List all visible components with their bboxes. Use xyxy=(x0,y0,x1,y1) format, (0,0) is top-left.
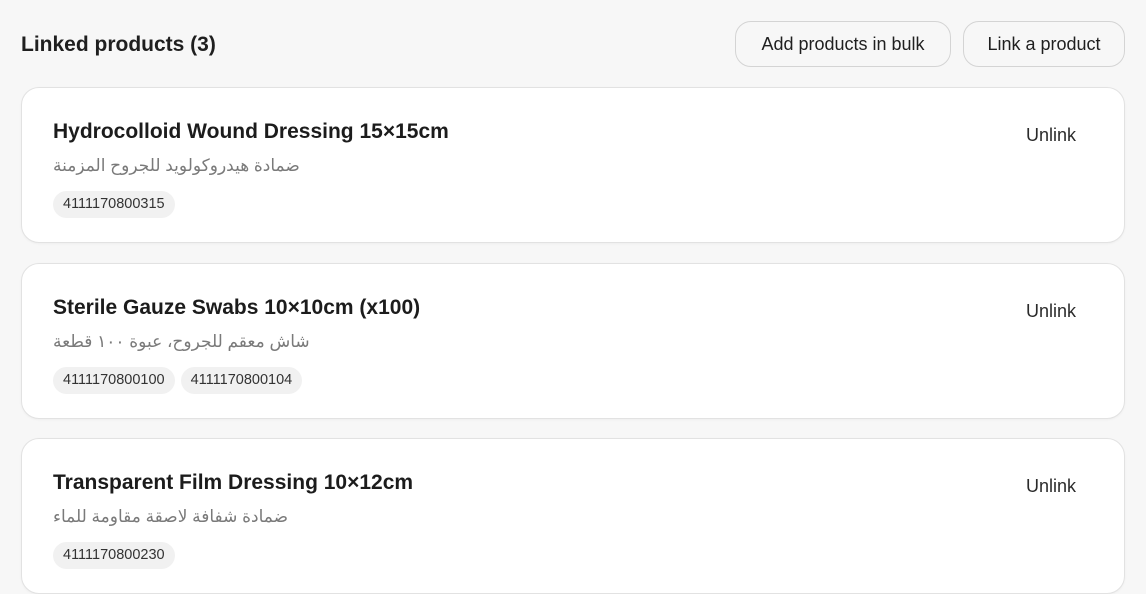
product-card: Transparent Film Dressing 10×12cm ضمادة … xyxy=(21,438,1125,594)
product-code-badge: 4111170800315 xyxy=(53,191,175,218)
linked-products-header: Linked products (3) Add products in bulk… xyxy=(0,0,1146,88)
page-title: Linked products (3) xyxy=(21,33,216,56)
product-code-badge: 4111170800230 xyxy=(53,542,175,569)
unlink-button[interactable]: Unlink xyxy=(1026,476,1076,497)
unlink-button[interactable]: Unlink xyxy=(1026,301,1076,322)
product-card: Hydrocolloid Wound Dressing 15×15cm ضماد… xyxy=(21,87,1125,243)
product-title: Hydrocolloid Wound Dressing 15×15cm xyxy=(53,120,449,143)
product-title: Transparent Film Dressing 10×12cm xyxy=(53,471,414,494)
product-card: Sterile Gauze Swabs 10×10cm (x100) شاش م… xyxy=(21,263,1125,419)
add-products-in-bulk-button[interactable]: Add products in bulk xyxy=(735,21,951,67)
unlink-button[interactable]: Unlink xyxy=(1026,125,1076,146)
product-title: Sterile Gauze Swabs 10×10cm (x100) xyxy=(53,296,421,319)
product-subtitle: ضمادة شفافة لاصقة مقاومة للماء xyxy=(53,507,289,526)
product-code-badge: 4111170800100 xyxy=(53,367,175,394)
product-code-badge: 4111170800104 xyxy=(180,367,303,394)
product-subtitle: شاش معقم للجروح، عبوة ١٠٠ قطعة xyxy=(53,332,310,351)
product-codes: 4111170800100 4111170800104 xyxy=(53,367,303,394)
product-codes: 4111170800230 xyxy=(53,542,175,569)
product-subtitle: ضمادة هيدروكولويد للجروح المزمنة xyxy=(53,156,300,175)
link-a-product-button[interactable]: Link a product xyxy=(963,21,1125,67)
product-codes: 4111170800315 xyxy=(53,191,175,218)
